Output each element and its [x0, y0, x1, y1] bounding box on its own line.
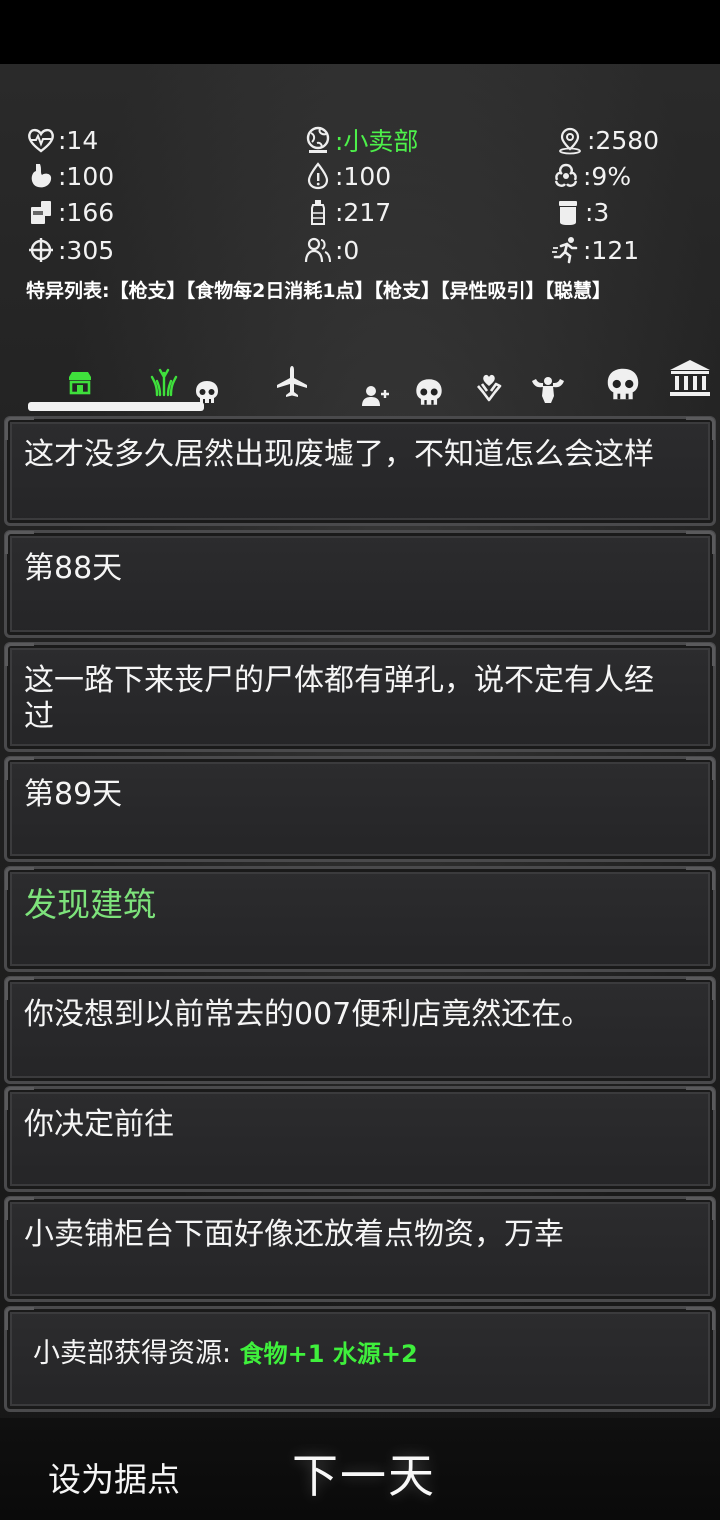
log-resource-gain: 小卖部获得资源: 食物+1 水源+2: [33, 1338, 418, 1369]
stat-survivors: :0: [303, 232, 359, 268]
traits-list: 特异列表:【枪支】【食物每2日消耗1点】【枪支】【异性吸引】【聪慧】: [26, 280, 612, 302]
tab-travel[interactable]: [272, 362, 312, 402]
status-bar: [0, 0, 720, 64]
tab-zombie[interactable]: [413, 372, 445, 412]
log-day: 第88天: [24, 551, 123, 586]
tab-shop[interactable]: [66, 362, 94, 402]
stat-accuracy: :305: [26, 232, 114, 268]
next-day-button[interactable]: 下一天: [292, 1440, 436, 1506]
category-tabs: [0, 360, 720, 408]
tab-train[interactable]: [528, 370, 568, 410]
tab-active-indicator: [28, 402, 204, 411]
skull-icon: [416, 379, 442, 405]
add-user-icon: [362, 386, 389, 406]
log-entry: 小卖部获得资源: 食物+1 水源+2: [4, 1306, 716, 1412]
stat-water: :217: [303, 194, 391, 230]
canned-food-icon: [31, 201, 51, 224]
stat-speed: :121: [551, 232, 639, 268]
tab-boss[interactable]: [603, 364, 643, 404]
log-entry: 你决定前往: [4, 1086, 716, 1192]
log-text: 你决定前往: [24, 1107, 174, 1142]
pill-jar-icon: [559, 201, 577, 225]
log-day: 第89天: [24, 777, 123, 812]
skull-icon: [607, 368, 639, 400]
biohazard-icon: [554, 163, 578, 187]
tab-recruit[interactable]: [360, 376, 390, 416]
log-entry: 发现建筑: [4, 866, 716, 972]
log-entry: 你没想到以前常去的007便利店竟然还在。: [4, 976, 716, 1084]
log-entry: 第88天: [4, 530, 716, 638]
log-entry: 第89天: [4, 756, 716, 862]
grass-icon: [150, 368, 178, 397]
tab-gather[interactable]: [149, 362, 179, 402]
stat-distance: :2580: [555, 122, 659, 158]
tab-heal[interactable]: [474, 368, 504, 408]
muscle-icon: [532, 377, 564, 403]
stomach-icon: [31, 164, 52, 188]
globe-pin-icon: [306, 126, 330, 153]
stat-thirst: :100: [303, 158, 391, 194]
stat-food: :166: [26, 194, 114, 230]
log-text: 这才没多久居然出现废墟了，不知道怎么会这样: [24, 437, 654, 472]
crosshair-icon: [29, 238, 53, 262]
set-base-button[interactable]: 设为据点: [48, 1453, 180, 1501]
log-text: 你没想到以前常去的007便利店竟然还在。: [24, 997, 592, 1032]
stat-infection: :9%: [551, 158, 631, 194]
bank-icon: [670, 360, 710, 396]
map-pin-icon: [559, 127, 581, 155]
hand-heart-icon: [477, 374, 502, 402]
heart-pulse-icon: [28, 128, 54, 153]
log-entry: 这才没多久居然出现废墟了，不知道怎么会这样: [4, 416, 716, 526]
shop-icon: [69, 372, 91, 395]
running-person-icon: [552, 237, 578, 264]
log-text: 这一路下来丧尸的尸体都有弹孔，说不定有人经过: [24, 663, 654, 734]
airplane-icon: [277, 366, 307, 397]
resource-gain-values: 食物+1 水源+2: [239, 1340, 418, 1368]
stat-location: :小卖部: [303, 122, 418, 158]
stat-health: :14: [26, 122, 98, 158]
water-bottle-icon: [311, 200, 325, 225]
log-entry: 小卖铺柜台下面好像还放着点物资，万幸: [4, 1196, 716, 1302]
log-event-title: 发现建筑: [24, 885, 156, 924]
stat-hunger: :100: [26, 158, 114, 194]
log-entry: 这一路下来丧尸的尸体都有弹孔，说不定有人经过: [4, 642, 716, 752]
stat-medicine: :3: [553, 194, 609, 230]
log-text: 小卖铺柜台下面好像还放着点物资，万幸: [24, 1217, 564, 1252]
water-drop-icon: [307, 162, 329, 190]
users-icon: [304, 237, 331, 263]
tab-bank[interactable]: [668, 358, 712, 398]
